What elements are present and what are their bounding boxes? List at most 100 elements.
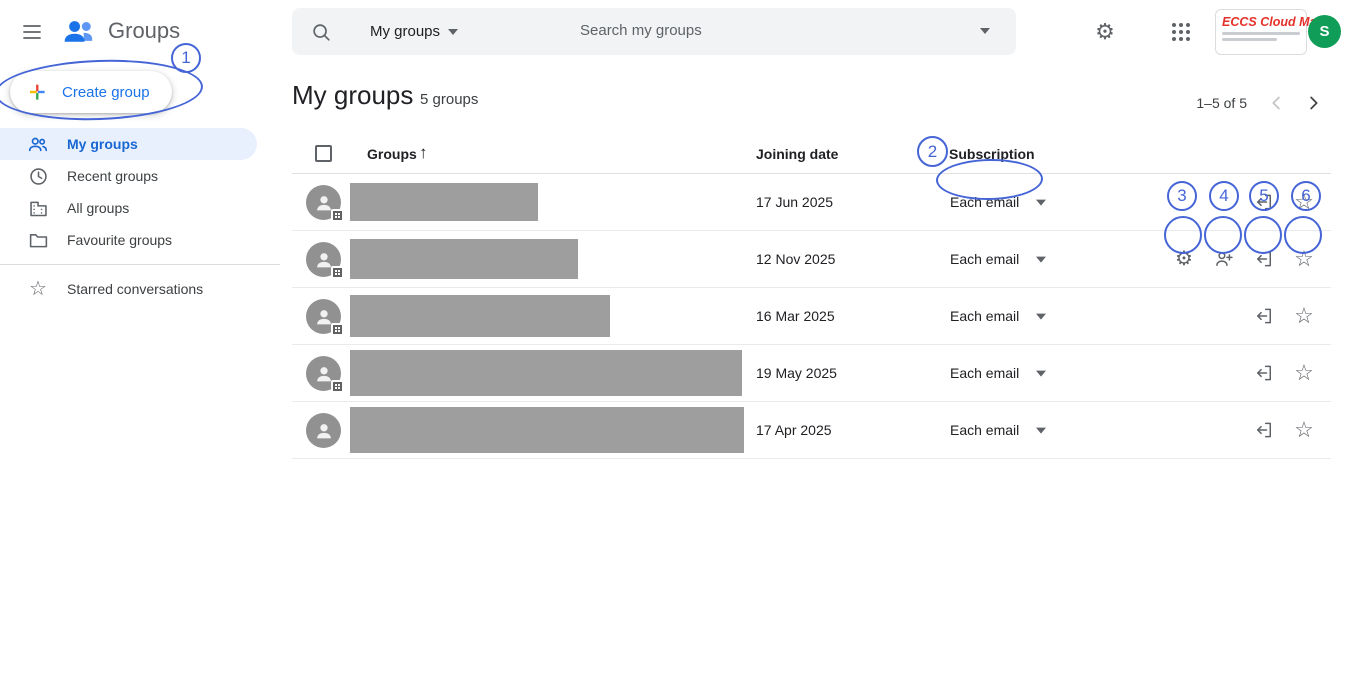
app-name: Groups — [108, 18, 180, 44]
sidebar-item-label: All groups — [67, 200, 129, 216]
title-row: My groups 5 groups 1–5 of 5 — [292, 72, 1331, 124]
table-row[interactable]: 12 Nov 2025 Each email ⚙ ☆ — [292, 231, 1331, 288]
group-avatar — [306, 356, 341, 391]
redacted-group-name — [350, 183, 538, 221]
folder-icon — [27, 230, 49, 251]
subscription-value: Each email — [950, 365, 1019, 381]
star-button[interactable]: ☆ — [1289, 358, 1319, 388]
subscription-dropdown[interactable]: Each email — [950, 422, 1019, 438]
subscription-dropdown[interactable]: Each email — [950, 308, 1019, 324]
column-header-groups[interactable]: Groups — [367, 146, 417, 162]
redacted-group-name — [350, 407, 744, 453]
organization-badge-icon — [331, 266, 344, 279]
chevron-down-icon[interactable] — [1036, 314, 1046, 320]
table-header: Groups ↑ Joining date Subscription — [292, 134, 1331, 174]
main-content: My groups 5 groups 1–5 of 5 Groups ↑ Joi… — [292, 64, 1331, 675]
account-avatar[interactable]: S — [1308, 15, 1341, 48]
redacted-group-name — [350, 350, 742, 396]
redacted-group-name — [350, 295, 610, 337]
building-icon — [27, 198, 49, 219]
column-header-joining-date[interactable]: Joining date — [756, 146, 838, 162]
search-scope-value: My groups — [370, 23, 440, 40]
chevron-down-icon[interactable] — [980, 28, 990, 34]
joining-date: 17 Apr 2025 — [756, 422, 832, 438]
search-input[interactable]: Search my groups — [580, 22, 702, 39]
leave-group-button[interactable] — [1249, 415, 1279, 445]
add-members-button[interactable] — [1209, 244, 1239, 274]
organization-badge-icon — [331, 209, 344, 222]
menu-icon[interactable] — [18, 18, 46, 46]
leave-group-icon — [1254, 249, 1274, 269]
previous-page-icon[interactable] — [1259, 85, 1295, 121]
subscription-dropdown[interactable]: Each email — [950, 251, 1019, 267]
organization-badge-icon — [331, 380, 344, 393]
chevron-down-icon[interactable] — [1036, 371, 1046, 377]
sidebar-item-starred-conversations[interactable]: ☆ Starred conversations — [0, 273, 257, 305]
next-page-icon[interactable] — [1295, 85, 1331, 121]
search-scope-dropdown[interactable]: My groups — [358, 8, 470, 55]
joining-date: 12 Nov 2025 — [756, 251, 835, 267]
people-icon — [27, 133, 49, 155]
group-avatar — [306, 299, 341, 334]
star-button[interactable]: ☆ — [1289, 187, 1319, 217]
eccs-cloud-mail-logo[interactable]: ECCS Cloud Mail — [1215, 9, 1307, 55]
organization-badge-icon — [331, 323, 344, 336]
eccs-badge-subtitle-line — [1222, 32, 1300, 35]
star-icon: ☆ — [27, 279, 49, 299]
pagination-range: 1–5 of 5 — [1196, 95, 1247, 111]
gear-icon: ⚙ — [1175, 249, 1193, 269]
sidebar-item-favourite-groups[interactable]: Favourite groups — [0, 224, 257, 256]
table-row[interactable]: 16 Mar 2025 Each email ☆ — [292, 288, 1331, 345]
star-button[interactable]: ☆ — [1289, 301, 1319, 331]
search-icon — [310, 21, 332, 43]
person-add-icon — [1214, 249, 1234, 269]
sort-ascending-icon[interactable]: ↑ — [419, 143, 428, 163]
table-row[interactable]: 17 Apr 2025 Each email ☆ — [292, 402, 1331, 459]
chevron-down-icon — [448, 29, 458, 35]
leave-group-button[interactable] — [1249, 301, 1279, 331]
joining-date: 16 Mar 2025 — [756, 308, 835, 324]
sidebar-item-all-groups[interactable]: All groups — [0, 192, 257, 224]
table-row[interactable]: 17 Jun 2025 Each email ☆ — [292, 174, 1331, 231]
eccs-badge-subtitle-line — [1222, 38, 1277, 41]
create-group-label: Create group — [62, 84, 150, 101]
joining-date: 19 May 2025 — [756, 365, 837, 381]
leave-group-button[interactable] — [1249, 187, 1279, 217]
chevron-down-icon[interactable] — [1036, 257, 1046, 263]
star-icon: ☆ — [1294, 248, 1314, 270]
create-group-button[interactable]: Create group — [10, 71, 172, 113]
joining-date: 17 Jun 2025 — [756, 194, 833, 210]
table-row[interactable]: 19 May 2025 Each email ☆ — [292, 345, 1331, 402]
sidebar-item-label: Recent groups — [67, 168, 158, 184]
sidebar-item-recent-groups[interactable]: Recent groups — [0, 160, 257, 192]
subscription-dropdown[interactable]: Each email — [950, 365, 1019, 381]
star-button[interactable]: ☆ — [1289, 244, 1319, 274]
leave-group-button[interactable] — [1249, 244, 1279, 274]
page-title: My groups — [292, 80, 413, 111]
chevron-down-icon[interactable] — [1036, 428, 1046, 434]
chevron-down-icon[interactable] — [1036, 200, 1046, 206]
search-bar[interactable]: My groups Search my groups — [292, 8, 1016, 55]
subscription-dropdown[interactable]: Each email — [950, 194, 1019, 210]
group-avatar — [306, 185, 341, 220]
clock-icon — [27, 166, 49, 187]
star-button[interactable]: ☆ — [1289, 415, 1319, 445]
plus-icon — [26, 81, 48, 103]
groups-table: Groups ↑ Joining date Subscription 17 Ju… — [292, 134, 1331, 459]
column-header-subscription[interactable]: Subscription — [949, 146, 1035, 162]
sidebar-item-my-groups[interactable]: My groups — [0, 128, 257, 160]
eccs-badge-title: ECCS Cloud Mail — [1222, 15, 1300, 29]
sidebar: Create group My groups Recent groups All… — [0, 64, 280, 675]
subscription-value: Each email — [950, 308, 1019, 324]
redacted-group-name — [350, 239, 578, 279]
settings-gear-icon[interactable]: ⚙ — [1085, 12, 1125, 52]
leave-group-button[interactable] — [1249, 358, 1279, 388]
apps-grid-icon[interactable] — [1161, 12, 1201, 52]
subscription-value: Each email — [950, 251, 1019, 267]
pagination: 1–5 of 5 — [1196, 85, 1331, 121]
subscription-value: Each email — [950, 422, 1019, 438]
group-count: 5 groups — [420, 91, 478, 108]
select-all-checkbox[interactable] — [315, 145, 332, 162]
group-settings-button[interactable]: ⚙ — [1169, 244, 1199, 274]
groups-logo[interactable]: Groups — [62, 16, 180, 46]
